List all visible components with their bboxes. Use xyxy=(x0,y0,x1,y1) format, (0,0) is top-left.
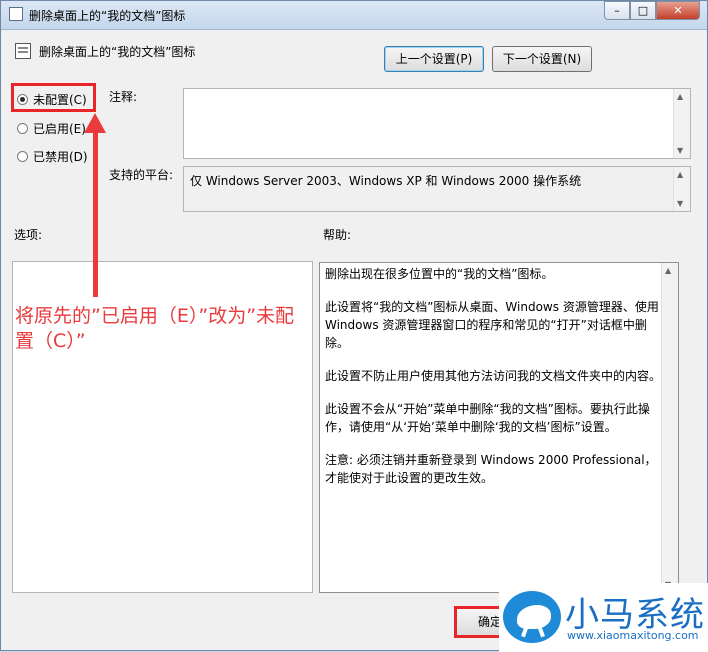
title-bar[interactable]: 删除桌面上的“我的文档”图标 – □ ✕ xyxy=(1,1,707,30)
watermark-logo: 小马系统 www.xiaomaxitong.com xyxy=(499,583,708,652)
comment-scrollbar[interactable]: ▲ ▼ xyxy=(673,89,690,158)
radio-enabled-label: 已启用(E) xyxy=(33,122,86,136)
platform-scrollbar[interactable]: ▲ ▼ xyxy=(673,167,690,211)
help-paragraph: 注意: 必须注销并重新登录到 Windows 2000 Professional… xyxy=(325,453,657,485)
horse-body-icon xyxy=(517,605,551,629)
radio-icon[interactable] xyxy=(17,151,28,162)
scroll-down-icon[interactable]: ▼ xyxy=(677,199,683,208)
help-scrollbar[interactable]: ▲ ▼ xyxy=(661,263,678,592)
close-button[interactable]: ✕ xyxy=(656,1,700,20)
policy-settings-icon xyxy=(15,43,31,59)
maximize-button[interactable]: □ xyxy=(630,1,656,20)
help-paragraph: 此设置将“我的文档”图标从桌面、Windows 资源管理器、使用 Windows… xyxy=(325,300,659,350)
scroll-up-icon[interactable]: ▲ xyxy=(677,170,683,179)
watermark-url: www.xiaomaxitong.com xyxy=(567,629,699,642)
radio-selected-icon[interactable] xyxy=(17,94,28,105)
radio-not-configured-label: 未配置(C) xyxy=(33,93,87,107)
radio-not-configured[interactable]: 未配置(C) xyxy=(17,91,87,108)
radio-disabled[interactable]: 已禁用(D) xyxy=(17,148,88,165)
minimize-button[interactable]: – xyxy=(604,1,630,20)
radio-enabled[interactable]: 已启用(E) xyxy=(17,120,86,137)
annotation-text: 将原先的”已启用（E）”改为”未配置（C）” xyxy=(15,305,295,352)
help-paragraph: 删除出现在很多位置中的“我的文档”图标。 xyxy=(325,267,554,281)
policy-dialog-window: 删除桌面上的“我的文档”图标 – □ ✕ 删除桌面上的“我的文档”图标 上一个设… xyxy=(0,0,708,652)
previous-setting-button[interactable]: 上一个设置(P) xyxy=(384,46,484,72)
scroll-up-icon[interactable]: ▲ xyxy=(665,266,671,275)
help-text: 删除出现在很多位置中的“我的文档”图标。 此设置将“我的文档”图标从桌面、Win… xyxy=(325,265,665,502)
horse-logo-icon xyxy=(503,591,561,643)
policy-icon xyxy=(9,7,23,21)
scroll-up-icon[interactable]: ▲ xyxy=(677,92,683,101)
next-setting-button[interactable]: 下一个设置(N) xyxy=(492,46,592,72)
help-label: 帮助: xyxy=(323,228,352,242)
platform-value: 仅 Windows Server 2003、Windows XP 和 Windo… xyxy=(190,174,582,188)
comment-label: 注释: xyxy=(109,90,138,104)
options-label: 选项: xyxy=(14,228,43,242)
scroll-down-icon[interactable]: ▼ xyxy=(677,146,683,155)
policy-name: 删除桌面上的“我的文档”图标 xyxy=(39,45,196,59)
radio-disabled-label: 已禁用(D) xyxy=(33,150,88,164)
comment-textarea[interactable]: ▲ ▼ xyxy=(183,88,691,159)
help-paragraph: 此设置不会从“开始”菜单中删除“我的文档”图标。要执行此操作，请使用“从‘开始’… xyxy=(325,402,650,434)
help-paragraph: 此设置不防止用户使用其他方法访问我的文档文件夹中的内容。 xyxy=(325,369,662,383)
help-panel: 删除出现在很多位置中的“我的文档”图标。 此设置将“我的文档”图标从桌面、Win… xyxy=(319,262,679,593)
radio-icon[interactable] xyxy=(17,123,28,134)
window-title: 删除桌面上的“我的文档”图标 xyxy=(29,9,186,23)
platform-field: 仅 Windows Server 2003、Windows XP 和 Windo… xyxy=(183,166,691,212)
platform-label: 支持的平台: xyxy=(109,168,174,182)
annotation-arrow-line xyxy=(93,129,98,297)
